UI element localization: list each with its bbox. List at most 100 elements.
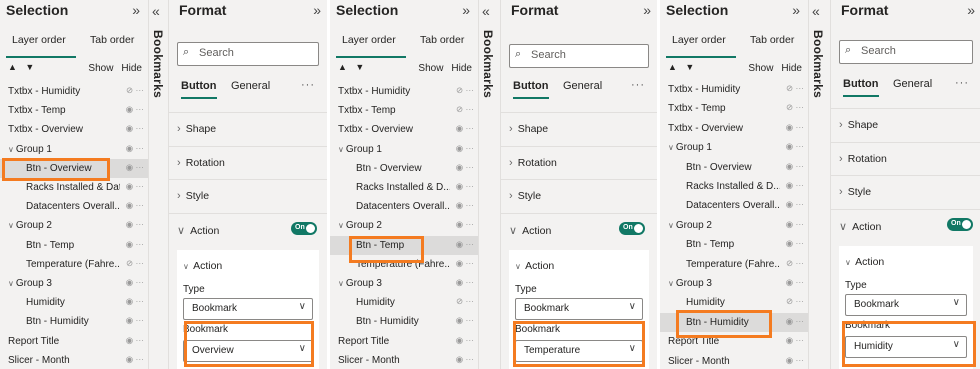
section-style[interactable]: › Style — [831, 175, 980, 208]
layer-row[interactable]: Txtbx - Humidity ⊘ ··· — [660, 80, 808, 99]
collapse-selection-chevron-icon[interactable]: » — [462, 2, 470, 18]
eye-icon[interactable]: ◉ ··· — [126, 277, 144, 288]
eye-icon[interactable]: ◉ ··· — [786, 199, 804, 210]
format-search-input[interactable]: ⌕ Search — [177, 42, 319, 66]
eye-hidden-icon[interactable]: ⊘ ··· — [786, 296, 804, 307]
eye-icon[interactable]: ◉ ··· — [786, 316, 804, 327]
expand-bookmarks-chevron-icon[interactable]: « — [482, 3, 490, 19]
eye-icon[interactable]: ◉ ··· — [456, 315, 474, 326]
eye-icon[interactable]: ◉ ··· — [126, 104, 144, 115]
action-card-header[interactable]: ∨ Action — [515, 260, 554, 272]
hide-all-button[interactable]: Hide — [121, 63, 142, 74]
eye-hidden-icon[interactable]: ⊘ ··· — [126, 85, 144, 96]
eye-hidden-icon[interactable]: ⊘ ··· — [456, 104, 474, 115]
group-expand-chevron-icon[interactable]: ∨ — [668, 221, 674, 230]
eye-icon[interactable]: ◉ ··· — [126, 315, 144, 326]
layer-group-row[interactable]: ∨ Group 3 ◉ ··· — [660, 274, 808, 293]
bookmark-dropdown[interactable]: Overview ∨ — [183, 340, 313, 362]
tab-layer-order[interactable]: Layer order — [12, 34, 66, 46]
layer-group-row[interactable]: ∨ Group 2 ◉ ··· — [660, 216, 808, 235]
layer-row[interactable]: Racks Installed & D... ◉ ··· — [660, 177, 808, 196]
tab-layer-order[interactable]: Layer order — [672, 34, 726, 46]
layer-group-row[interactable]: ∨ Group 2 ◉ ··· — [0, 216, 148, 235]
eye-icon[interactable]: ◉ ··· — [786, 277, 804, 288]
bookmarks-collapsed-pane[interactable]: « Bookmarks — [808, 0, 831, 369]
eye-hidden-icon[interactable]: ⊘ ··· — [126, 258, 144, 269]
layer-row[interactable]: Txtbx - Overview ◉ ··· — [330, 120, 478, 139]
eye-icon[interactable]: ◉ ··· — [126, 143, 144, 154]
eye-icon[interactable]: ◉ ··· — [456, 162, 474, 173]
collapse-format-chevron-icon[interactable]: » — [643, 2, 651, 18]
layer-row[interactable]: Txtbx - Humidity ⊘ ··· — [0, 82, 148, 101]
layer-group-row[interactable]: ∨ Group 3 ◉ ··· — [330, 274, 478, 293]
subtab-general[interactable]: General — [231, 80, 270, 92]
eye-icon[interactable]: ◉ ··· — [456, 123, 474, 134]
eye-icon[interactable]: ◉ ··· — [126, 219, 144, 230]
tab-layer-order[interactable]: Layer order — [342, 34, 396, 46]
eye-icon[interactable]: ◉ ··· — [126, 200, 144, 211]
eye-icon[interactable]: ◉ ··· — [456, 354, 474, 365]
layer-group-row[interactable]: ∨ Group 3 ◉ ··· — [0, 274, 148, 293]
layer-row[interactable]: Slicer - Month ◉ ··· — [0, 351, 148, 369]
layer-row[interactable]: Racks Installed & D... ◉ ··· — [330, 178, 478, 197]
eye-hidden-icon[interactable]: ⊘ ··· — [786, 102, 804, 113]
section-rotation[interactable]: › Rotation — [831, 141, 980, 175]
action-toggle[interactable]: On — [619, 221, 645, 235]
layer-group-row[interactable]: ∨ Group 1 ◉ ··· — [660, 138, 808, 157]
bookmark-dropdown[interactable]: Humidity ∨ — [845, 336, 967, 358]
expand-bookmarks-chevron-icon[interactable]: « — [152, 3, 160, 19]
layer-group-row[interactable]: ∨ Group 2 ◉ ··· — [330, 216, 478, 235]
eye-icon[interactable]: ◉ ··· — [126, 354, 144, 365]
layer-row[interactable]: Btn - Temp ◉ ··· — [330, 235, 478, 255]
layer-row[interactable]: Datacenters Overall... ◉ ··· — [0, 197, 148, 216]
subtab-button[interactable]: Button — [513, 80, 548, 92]
eye-icon[interactable]: ◉ ··· — [456, 143, 474, 154]
more-options-icon[interactable]: ··· — [301, 79, 315, 91]
eye-icon[interactable]: ◉ ··· — [456, 239, 474, 250]
type-dropdown[interactable]: Bookmark ∨ — [183, 298, 313, 320]
tab-tab-order[interactable]: Tab order — [420, 34, 464, 46]
move-layer-arrows-icon[interactable]: ▲ ▼ — [668, 62, 697, 72]
move-layer-arrows-icon[interactable]: ▲ ▼ — [338, 62, 367, 72]
hide-all-button[interactable]: Hide — [451, 63, 472, 74]
move-layer-arrows-icon[interactable]: ▲ ▼ — [8, 62, 37, 72]
layer-row[interactable]: Btn - Temp ◉ ··· — [660, 235, 808, 254]
layer-row[interactable]: Humidity ⊘ ··· — [660, 293, 808, 312]
section-shape[interactable]: › Shape — [501, 112, 657, 145]
show-all-button[interactable]: Show — [418, 63, 443, 74]
layer-row[interactable]: Btn - Overview ◉ ··· — [0, 158, 148, 178]
layer-row[interactable]: Report Title ◉ ··· — [0, 332, 148, 351]
eye-icon[interactable]: ◉ ··· — [456, 277, 474, 288]
collapse-format-chevron-icon[interactable]: » — [313, 2, 321, 18]
section-shape[interactable]: › Shape — [169, 112, 327, 145]
section-action[interactable]: ∨ Action On — [169, 212, 327, 246]
eye-icon[interactable]: ◉ ··· — [126, 239, 144, 250]
eye-hidden-icon[interactable]: ⊘ ··· — [786, 83, 804, 94]
expand-bookmarks-chevron-icon[interactable]: « — [812, 3, 820, 19]
eye-icon[interactable]: ◉ ··· — [786, 238, 804, 249]
layer-row[interactable]: Txtbx - Temp ⊘ ··· — [660, 99, 808, 118]
layer-row[interactable]: Slicer - Month ◉ ··· — [330, 351, 478, 369]
eye-icon[interactable]: ◉ ··· — [786, 180, 804, 191]
section-action[interactable]: ∨ Action On — [501, 212, 657, 246]
layer-row[interactable]: Btn - Humidity ◉ ··· — [660, 312, 808, 332]
layer-group-row[interactable]: ∨ Group 1 ◉ ··· — [330, 140, 478, 159]
eye-icon[interactable]: ◉ ··· — [126, 335, 144, 346]
group-expand-chevron-icon[interactable]: ∨ — [8, 279, 14, 288]
layer-row[interactable]: Txtbx - Humidity ⊘ ··· — [330, 82, 478, 101]
format-search-input[interactable]: ⌕ Search — [839, 40, 973, 64]
layer-row[interactable]: Btn - Humidity ◉ ··· — [330, 312, 478, 331]
more-options-icon[interactable]: ··· — [955, 77, 969, 89]
group-expand-chevron-icon[interactable]: ∨ — [338, 221, 344, 230]
layer-row[interactable]: Racks Installed & Dat... ◉ ··· — [0, 178, 148, 197]
layer-row[interactable]: Txtbx - Temp ◉ ··· — [0, 101, 148, 120]
group-expand-chevron-icon[interactable]: ∨ — [338, 279, 344, 288]
layer-row[interactable]: Report Title ◉ ··· — [330, 332, 478, 351]
more-options-icon[interactable]: ··· — [631, 79, 645, 91]
eye-hidden-icon[interactable]: ⊘ ··· — [456, 85, 474, 96]
collapse-format-chevron-icon[interactable]: » — [967, 2, 975, 18]
tab-tab-order[interactable]: Tab order — [90, 34, 134, 46]
section-action[interactable]: ∨ Action On — [831, 208, 980, 242]
eye-icon[interactable]: ◉ ··· — [126, 123, 144, 134]
section-style[interactable]: › Style — [169, 179, 327, 212]
